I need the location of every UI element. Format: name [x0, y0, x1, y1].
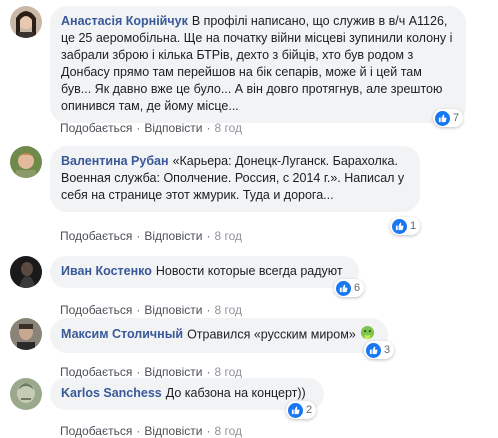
- like-link[interactable]: Подобається: [60, 365, 132, 379]
- comment-actions: Подобається · Відповісти · 8 год: [60, 424, 242, 438]
- comment-timestamp[interactable]: 8 год: [214, 303, 242, 317]
- comment-text: Новости которые всегда радуют: [155, 264, 343, 278]
- reaction-count[interactable]: 7: [433, 109, 464, 127]
- like-icon: [366, 342, 381, 358]
- comment-author[interactable]: Анастасія Корнійчук: [61, 14, 188, 28]
- like-link[interactable]: Подобається: [60, 121, 132, 135]
- separator: ·: [206, 365, 211, 379]
- comment-actions: Подобається · Відповісти · 8 год: [60, 303, 242, 317]
- comment-text: В профілі написано, що служив в в/ч А112…: [61, 14, 456, 113]
- reply-link[interactable]: Відповісти: [144, 229, 202, 243]
- reaction-count-value: 2: [306, 404, 313, 416]
- reply-link[interactable]: Відповісти: [144, 365, 202, 379]
- comment-text: До кабзона на концерт)): [165, 386, 306, 400]
- like-icon: [288, 402, 303, 418]
- reaction-count[interactable]: 6: [334, 279, 365, 297]
- comment-bubble: Иван Костенко Новости которые всегда раду…: [50, 256, 359, 288]
- comment-author[interactable]: Максим Столичный: [61, 327, 183, 341]
- comment-bubble: Максим Столичный Отравился «русским миром…: [50, 318, 388, 353]
- separator: ·: [136, 424, 141, 438]
- reply-link[interactable]: Відповісти: [144, 303, 202, 317]
- comment-timestamp[interactable]: 8 год: [214, 365, 242, 379]
- comment-actions: Подобається · Відповісти · 8 год: [60, 365, 242, 379]
- avatar[interactable]: [10, 256, 42, 288]
- like-link[interactable]: Подобається: [60, 229, 132, 243]
- avatar[interactable]: [10, 318, 42, 350]
- reaction-count-value: 6: [354, 282, 361, 294]
- like-icon: [336, 280, 351, 296]
- comment-bubble: Анастасія Корнійчук В профілі написано, щ…: [50, 6, 466, 123]
- like-icon: [392, 218, 407, 234]
- separator: ·: [136, 303, 141, 317]
- comment-bubble: Валентина Рубан «Карьера: Донецк-Луганск.…: [50, 146, 420, 212]
- separator: ·: [206, 303, 211, 317]
- comment-bubble: Karlos Sanchess До кабзона на концерт)): [50, 378, 324, 410]
- separator: ·: [136, 365, 141, 379]
- like-icon: [435, 110, 450, 126]
- separator: ·: [206, 121, 211, 135]
- comment-actions: Подобається · Відповісти · 8 год: [60, 229, 242, 243]
- separator: ·: [136, 121, 141, 135]
- comment-text: Отравился «русским миром»: [187, 327, 356, 342]
- reaction-count-value: 7: [453, 112, 460, 124]
- reaction-count-value: 1: [410, 220, 417, 232]
- comment-actions: Подобається · Відповісти · 8 год: [60, 121, 242, 135]
- separator: ·: [206, 424, 211, 438]
- comment-author[interactable]: Валентина Рубан: [61, 154, 169, 168]
- avatar[interactable]: [10, 146, 42, 178]
- reaction-count-value: 3: [384, 344, 391, 356]
- comment-author[interactable]: Karlos Sanchess: [61, 386, 162, 400]
- reaction-count[interactable]: 3: [364, 341, 395, 359]
- reaction-count[interactable]: 2: [286, 401, 317, 419]
- separator: ·: [136, 229, 141, 243]
- comment-author[interactable]: Иван Костенко: [61, 264, 152, 278]
- reply-link[interactable]: Відповісти: [144, 121, 202, 135]
- like-link[interactable]: Подобається: [60, 424, 132, 438]
- comment-timestamp[interactable]: 8 год: [214, 424, 242, 438]
- comment-timestamp[interactable]: 8 год: [214, 229, 242, 243]
- reaction-count[interactable]: 1: [390, 217, 421, 235]
- avatar[interactable]: [10, 6, 42, 38]
- separator: ·: [206, 229, 211, 243]
- avatar[interactable]: [10, 378, 42, 410]
- comment-timestamp[interactable]: 8 год: [214, 121, 242, 135]
- like-link[interactable]: Подобається: [60, 303, 132, 317]
- reply-link[interactable]: Відповісти: [144, 424, 202, 438]
